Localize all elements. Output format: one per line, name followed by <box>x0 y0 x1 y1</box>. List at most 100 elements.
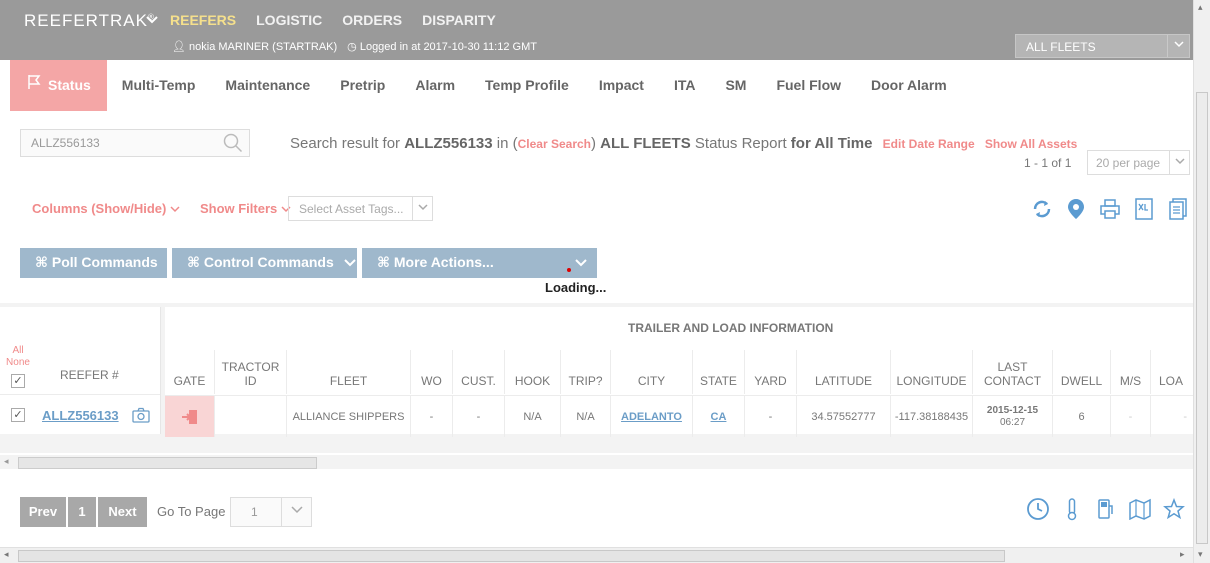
go-to-page-label: Go To Page <box>157 504 226 519</box>
search-icon[interactable] <box>223 133 243 153</box>
next-page-button[interactable]: Next <box>98 497 147 527</box>
select-all-link[interactable]: All <box>4 345 32 357</box>
prev-page-button[interactable]: Prev <box>20 497 66 527</box>
yard-cell: - <box>745 395 797 437</box>
page-horizontal-scrollbar[interactable]: ◂ ▸ <box>0 547 1193 563</box>
show-filters-toggle[interactable]: Show Filters <box>200 201 291 216</box>
top-bar: REEFERTRAK® REEFERS LOGISTIC ORDERS DISP… <box>0 0 1193 60</box>
scroll-right-arrow-icon[interactable]: ▸ <box>1180 549 1185 560</box>
user-name: 👤︎ nokia MARINER (STARTRAK) <box>172 40 337 53</box>
user-label: nokia MARINER (STARTRAK) <box>189 41 338 53</box>
clear-search-link[interactable]: Clear Search <box>518 137 591 151</box>
asset-tags-select[interactable]: Select Asset Tags... <box>288 196 433 221</box>
column-header-ms[interactable]: M/S <box>1111 350 1151 394</box>
tab-maintenance[interactable]: Maintenance <box>210 60 325 111</box>
page-1-button[interactable]: 1 <box>68 497 96 527</box>
column-header-state[interactable]: STATE <box>693 350 745 394</box>
refresh-icon[interactable] <box>1030 197 1054 221</box>
nav-logistic[interactable]: LOGISTIC <box>256 12 322 28</box>
column-header-tractor-id[interactable]: TRACTOR ID <box>215 350 287 394</box>
chevron-down-icon <box>1169 151 1189 174</box>
column-header-latitude[interactable]: LATITUDE <box>797 350 891 394</box>
control-commands-button[interactable]: ⌘ Control Commands <box>172 248 357 278</box>
excel-export-icon[interactable] <box>1132 197 1156 221</box>
column-header-longitude[interactable]: LONGITUDE <box>891 350 973 394</box>
printer-icon[interactable] <box>1098 197 1122 221</box>
fleet-select[interactable]: ALL FLEETS <box>1015 34 1190 58</box>
header-checkbox[interactable]: ✓ <box>11 374 25 388</box>
show-all-assets-link[interactable]: Show All Assets <box>985 137 1077 151</box>
chevron-down-icon[interactable] <box>146 14 158 28</box>
nav-disparity[interactable]: DISPARITY <box>422 12 496 28</box>
scroll-down-arrow-icon[interactable]: ▾ <box>1198 549 1203 560</box>
reefer-column-header[interactable]: REEFER # <box>60 368 119 382</box>
more-actions-button[interactable]: ⌘ More Actions... <box>362 248 597 278</box>
page-vertical-scrollbar[interactable]: ▴ ▾ <box>1193 0 1210 563</box>
poll-commands-button[interactable]: ⌘ Poll Commands <box>20 248 167 278</box>
table-scroll-columns: TRAILER AND LOAD INFORMATION GATE TRACTO… <box>165 307 1193 437</box>
longitude-cell: -117.38188435 <box>891 395 973 437</box>
fuel-pump-icon[interactable] <box>1094 496 1118 522</box>
table-scroll-thumb[interactable] <box>18 457 317 469</box>
tab-sm[interactable]: SM <box>710 60 761 111</box>
map-pin-icon[interactable] <box>1064 197 1088 221</box>
nav-reefers[interactable]: REEFERS <box>170 12 236 28</box>
brand-logo[interactable]: REEFERTRAK® <box>24 11 155 31</box>
column-header-hook[interactable]: HOOK <box>505 350 561 394</box>
more-actions-label: ⌘ More Actions... <box>377 254 494 270</box>
tab-alarm[interactable]: Alarm <box>400 60 470 111</box>
scroll-left-arrow-icon[interactable]: ◂ <box>4 549 9 560</box>
search-result-summary: Search result for ALLZ556133 in (Clear S… <box>290 135 1077 152</box>
tab-temp-profile[interactable]: Temp Profile <box>470 60 584 111</box>
result-fleet: ALL FLEETS <box>600 135 691 152</box>
column-header-yard[interactable]: YARD <box>745 350 797 394</box>
csv-export-icon[interactable] <box>1166 197 1190 221</box>
column-header-last-contact[interactable]: LAST CONTACT <box>973 350 1053 394</box>
tab-door-alarm[interactable]: Door Alarm <box>856 60 962 111</box>
row-checkbox[interactable]: ✓ <box>11 408 25 422</box>
tab-multi-temp[interactable]: Multi-Temp <box>107 60 211 111</box>
column-header-gate[interactable]: GATE <box>165 350 215 394</box>
scroll-up-arrow-icon[interactable]: ▴ <box>1198 2 1203 13</box>
star-icon[interactable] <box>1162 496 1186 522</box>
clock-icon: ◷ <box>347 41 357 53</box>
show-filters-label: Show Filters <box>199 201 278 216</box>
per-page-select[interactable]: 20 per page <box>1087 150 1190 175</box>
reefer-id-link[interactable]: ALLZ556133 <box>42 408 119 423</box>
history-clock-icon[interactable] <box>1026 496 1050 522</box>
column-header-loa[interactable]: LOA <box>1151 350 1193 394</box>
tab-ita[interactable]: ITA <box>659 60 711 111</box>
column-header-cust[interactable]: CUST. <box>453 350 505 394</box>
bottom-toolbar-icons <box>1026 496 1186 522</box>
tab-impact[interactable]: Impact <box>584 60 659 111</box>
column-header-trip[interactable]: TRIP? <box>561 350 611 394</box>
columns-toggle[interactable]: Columns (Show/Hide) <box>32 201 180 216</box>
tab-pretrip[interactable]: Pretrip <box>325 60 400 111</box>
column-header-city[interactable]: CITY <box>611 350 693 394</box>
chevron-down-icon <box>281 498 311 526</box>
nav-orders[interactable]: ORDERS <box>342 12 402 28</box>
column-header-fleet[interactable]: FLEET <box>287 350 411 394</box>
search-input[interactable]: ALLZ556133 <box>20 129 250 157</box>
tab-fuel-flow[interactable]: Fuel Flow <box>761 60 856 111</box>
column-header-wo[interactable]: WO <box>411 350 453 394</box>
state-link[interactable]: CA <box>711 411 727 423</box>
result-in: in ( <box>496 135 518 152</box>
column-header-dwell[interactable]: DWELL <box>1053 350 1111 394</box>
camera-icon[interactable] <box>132 407 150 426</box>
thermometer-icon[interactable] <box>1060 496 1084 522</box>
toolbar-icons <box>1030 197 1190 221</box>
page-horizontal-scroll-thumb[interactable] <box>18 550 1005 562</box>
scroll-left-arrow-icon[interactable]: ◂ <box>4 456 9 467</box>
page-vertical-scroll-thumb[interactable] <box>1196 92 1208 544</box>
loading-text: Loading... <box>545 280 607 295</box>
tab-status[interactable]: Status <box>10 60 107 111</box>
result-close-paren: ) <box>591 135 596 152</box>
edit-date-range-link[interactable]: Edit Date Range <box>883 137 975 151</box>
go-to-page-select[interactable]: 1 <box>230 497 312 527</box>
map-route-icon[interactable] <box>1128 496 1152 522</box>
city-link[interactable]: ADELANTO <box>621 411 682 423</box>
select-none-link[interactable]: None <box>4 357 32 369</box>
table-horizontal-scrollbar[interactable]: ◂ <box>0 455 1193 469</box>
row-divider <box>0 394 160 395</box>
